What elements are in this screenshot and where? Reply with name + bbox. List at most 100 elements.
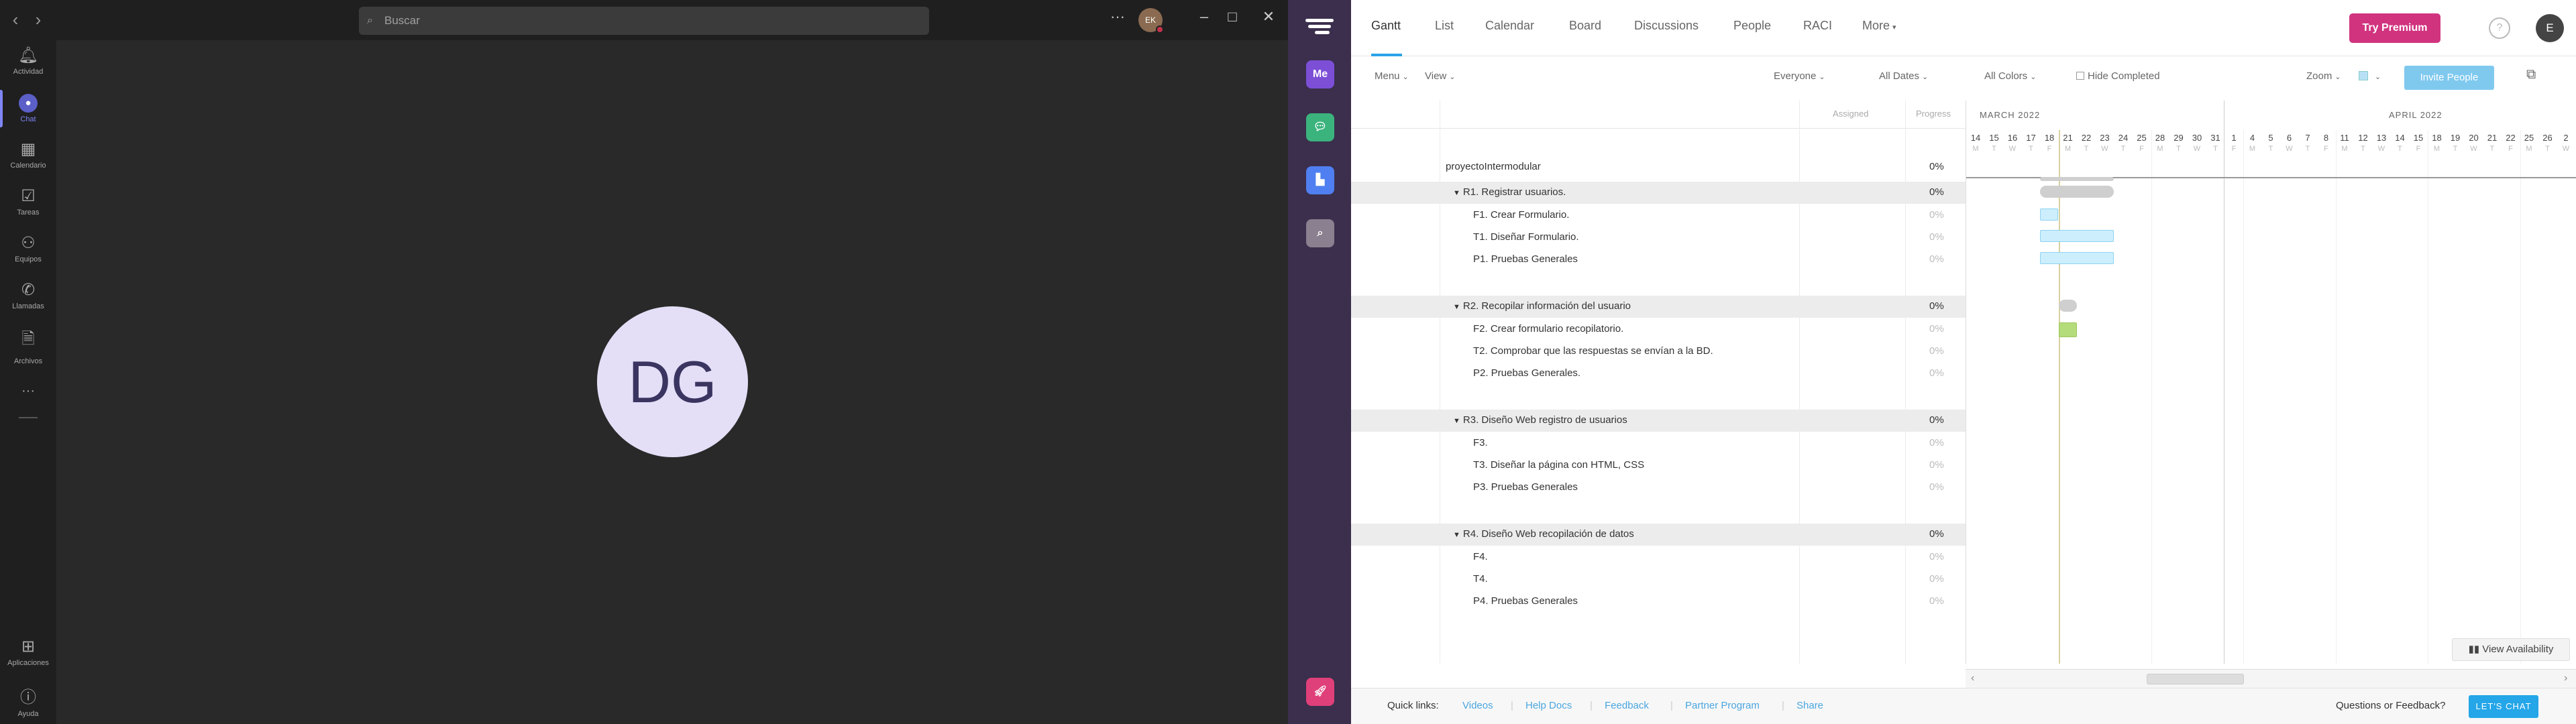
tab-more[interactable]: More ▾	[1862, 19, 1896, 33]
progress-value: 0%	[1929, 367, 1944, 379]
collapse-arrow-icon[interactable]: ▼	[1453, 303, 1460, 311]
weekday-label: M	[2249, 145, 2256, 153]
task-row[interactable]: F1. Crear Formulario. 0%	[1351, 204, 1966, 227]
rail-calls[interactable]: ✆ Llamadas	[0, 280, 56, 310]
checkbox[interactable]	[2076, 72, 2084, 80]
task-row[interactable]: F2. Crear formulario recopilatorio. 0%	[1351, 318, 1966, 341]
month-label: MARCH 2022	[1980, 110, 2041, 120]
tab-people[interactable]: People	[1733, 19, 1771, 33]
rail-more[interactable]: ···	[0, 383, 56, 399]
project-bar[interactable]	[2040, 177, 2114, 181]
rail-tasks[interactable]: ☑ Tareas	[0, 186, 56, 217]
rail-help[interactable]: ⓘ Ayuda	[0, 684, 56, 718]
app-rail: 🔔︎ Actividad ● Chat ▦ Calendario ☑ Tareas ⚇ E…	[0, 40, 56, 724]
group-row[interactable]: ▼ R2. Recopilar información del usuario 0%	[1351, 296, 1966, 318]
share-link[interactable]: Share	[1796, 700, 1823, 711]
close-icon[interactable]: ✕	[1258, 8, 1279, 25]
maximize-icon[interactable]: □	[1222, 8, 1242, 25]
view-availability-button[interactable]: ▮▮ View Availability	[2452, 638, 2570, 661]
chat-bubble-icon[interactable]: 💬︎	[1306, 113, 1334, 141]
task-bar[interactable]	[2059, 322, 2077, 337]
weekday-label: T	[2361, 145, 2365, 153]
tab-board[interactable]: Board	[1569, 19, 1601, 33]
rail-apps[interactable]: ⊞ Aplicaciones	[0, 637, 56, 667]
collapse-arrow-icon[interactable]: ▼	[1453, 189, 1460, 197]
help-docs-link[interactable]: Help Docs	[1525, 700, 1572, 711]
tab-raci[interactable]: RACI	[1803, 19, 1832, 33]
task-row[interactable]: T2. Comprobar que las respuestas se enví…	[1351, 341, 1966, 363]
project-row[interactable]: proyectoIntermodular 0%	[1351, 156, 1966, 178]
weekday-label: T	[2176, 145, 2181, 153]
task-row[interactable]: P1. Pruebas Generales 0%	[1351, 249, 1966, 271]
search-icon[interactable]: ⌕	[1306, 219, 1334, 247]
task-row[interactable]: T4. 0%	[1351, 568, 1966, 591]
group-row[interactable]: ▼ R3. Diseño Web registro de usuarios 0%	[1351, 410, 1966, 432]
app-logo[interactable]	[1305, 19, 1334, 38]
task-row[interactable]: F3. 0%	[1351, 432, 1966, 455]
task-bar[interactable]	[2040, 230, 2114, 242]
colors-filter[interactable]: All Colors ⌄	[1984, 70, 2036, 82]
more-options-icon[interactable]: ···	[1110, 8, 1125, 25]
tab-gantt[interactable]: Gantt	[1371, 19, 1401, 33]
task-name: F1. Crear Formulario.	[1473, 209, 1570, 221]
tab-list[interactable]: List	[1435, 19, 1454, 33]
task-row[interactable]: P2. Pruebas Generales. 0%	[1351, 363, 1966, 385]
chart-icon[interactable]: ▙	[1306, 166, 1334, 194]
feedback-link[interactable]: Feedback	[1605, 700, 1649, 711]
group-bar[interactable]	[2040, 186, 2114, 198]
hide-completed-toggle[interactable]: Hide Completed	[2076, 70, 2160, 82]
chevron-down-icon: ⌄	[1922, 73, 1929, 81]
rail-teams[interactable]: ⚇ Equipos	[0, 233, 56, 263]
rail-calendar[interactable]: ▦ Calendario	[0, 139, 56, 170]
tab-discussions[interactable]: Discussions	[1634, 19, 1699, 33]
scroll-thumb[interactable]	[2147, 674, 2244, 684]
task-row[interactable]: T3. Diseñar la página con HTML, CSS 0%	[1351, 455, 1966, 477]
weekday-label: W	[2286, 145, 2293, 153]
group-row[interactable]: ▼ R1. Registrar usuarios. 0%	[1351, 182, 1966, 204]
me-button[interactable]: Me	[1306, 60, 1334, 88]
task-row[interactable]: T1. Diseñar Formulario. 0%	[1351, 227, 1966, 249]
rail-label: Actividad	[13, 68, 44, 76]
task-bar[interactable]	[2040, 252, 2114, 264]
view-dropdown[interactable]: View ⌄	[1425, 70, 1455, 82]
task-row[interactable]: P4. Pruebas Generales 0%	[1351, 591, 1966, 613]
apps-icon: ⊞	[21, 638, 36, 656]
month-label: APRIL 2022	[2389, 110, 2443, 120]
task-bar[interactable]	[2040, 208, 2058, 221]
export-icon[interactable]: ⧉	[2526, 67, 2536, 82]
partner-program-link[interactable]: Partner Program	[1685, 700, 1760, 711]
videos-link[interactable]: Videos	[1462, 700, 1493, 711]
back-arrow-icon[interactable]: ‹	[5, 9, 25, 30]
collapse-arrow-icon[interactable]: ▼	[1453, 531, 1460, 539]
everyone-filter[interactable]: Everyone ⌄	[1774, 70, 1825, 82]
collapse-arrow-icon[interactable]: ▼	[1453, 417, 1460, 425]
rail-files[interactable]: 🗎︎ Archivos	[0, 327, 56, 365]
minimize-icon[interactable]: –	[1194, 8, 1214, 25]
menu-dropdown[interactable]: Menu ⌄	[1375, 70, 1409, 82]
try-premium-button[interactable]: Try Premium	[2349, 13, 2440, 43]
search-input[interactable]: ⌕ Buscar	[359, 7, 929, 35]
group-row[interactable]: ▼ R4. Diseño Web recopilación de datos 0%	[1351, 524, 1966, 546]
zoom-dropdown[interactable]: Zoom ⌄	[2306, 70, 2341, 82]
horizontal-scrollbar[interactable]: ‹ ›	[1966, 669, 2576, 688]
user-avatar[interactable]: EK	[1138, 8, 1164, 34]
rail-activity[interactable]: 🔔︎ Actividad	[0, 46, 56, 76]
scroll-right-icon[interactable]: ›	[2564, 672, 2567, 684]
rocket-icon[interactable]: 🚀︎	[1306, 678, 1334, 706]
help-icon[interactable]: ?	[2489, 17, 2510, 39]
rail-chat[interactable]: ● Chat	[0, 94, 56, 123]
user-avatar[interactable]: E	[2536, 14, 2564, 42]
app-sidebar: Me 💬︎ ▙ ⌕ 🚀︎	[1288, 0, 1351, 724]
tab-calendar[interactable]: Calendar	[1485, 19, 1534, 33]
group-bar[interactable]	[2059, 300, 2077, 312]
color-picker[interactable]: ⌄	[2359, 70, 2381, 82]
scroll-left-icon[interactable]: ‹	[1971, 672, 1974, 684]
task-row[interactable]: F4. 0%	[1351, 546, 1966, 568]
invite-people-button[interactable]: Invite People	[2404, 66, 2494, 90]
forward-arrow-icon[interactable]: ›	[28, 9, 48, 30]
weekday-label: T	[2029, 145, 2033, 153]
dates-filter[interactable]: All Dates ⌄	[1879, 70, 1928, 82]
progress-value: 0%	[1929, 414, 1944, 426]
lets-chat-button[interactable]: LET'S CHAT	[2469, 695, 2538, 718]
task-row[interactable]: P3. Pruebas Generales 0%	[1351, 477, 1966, 499]
